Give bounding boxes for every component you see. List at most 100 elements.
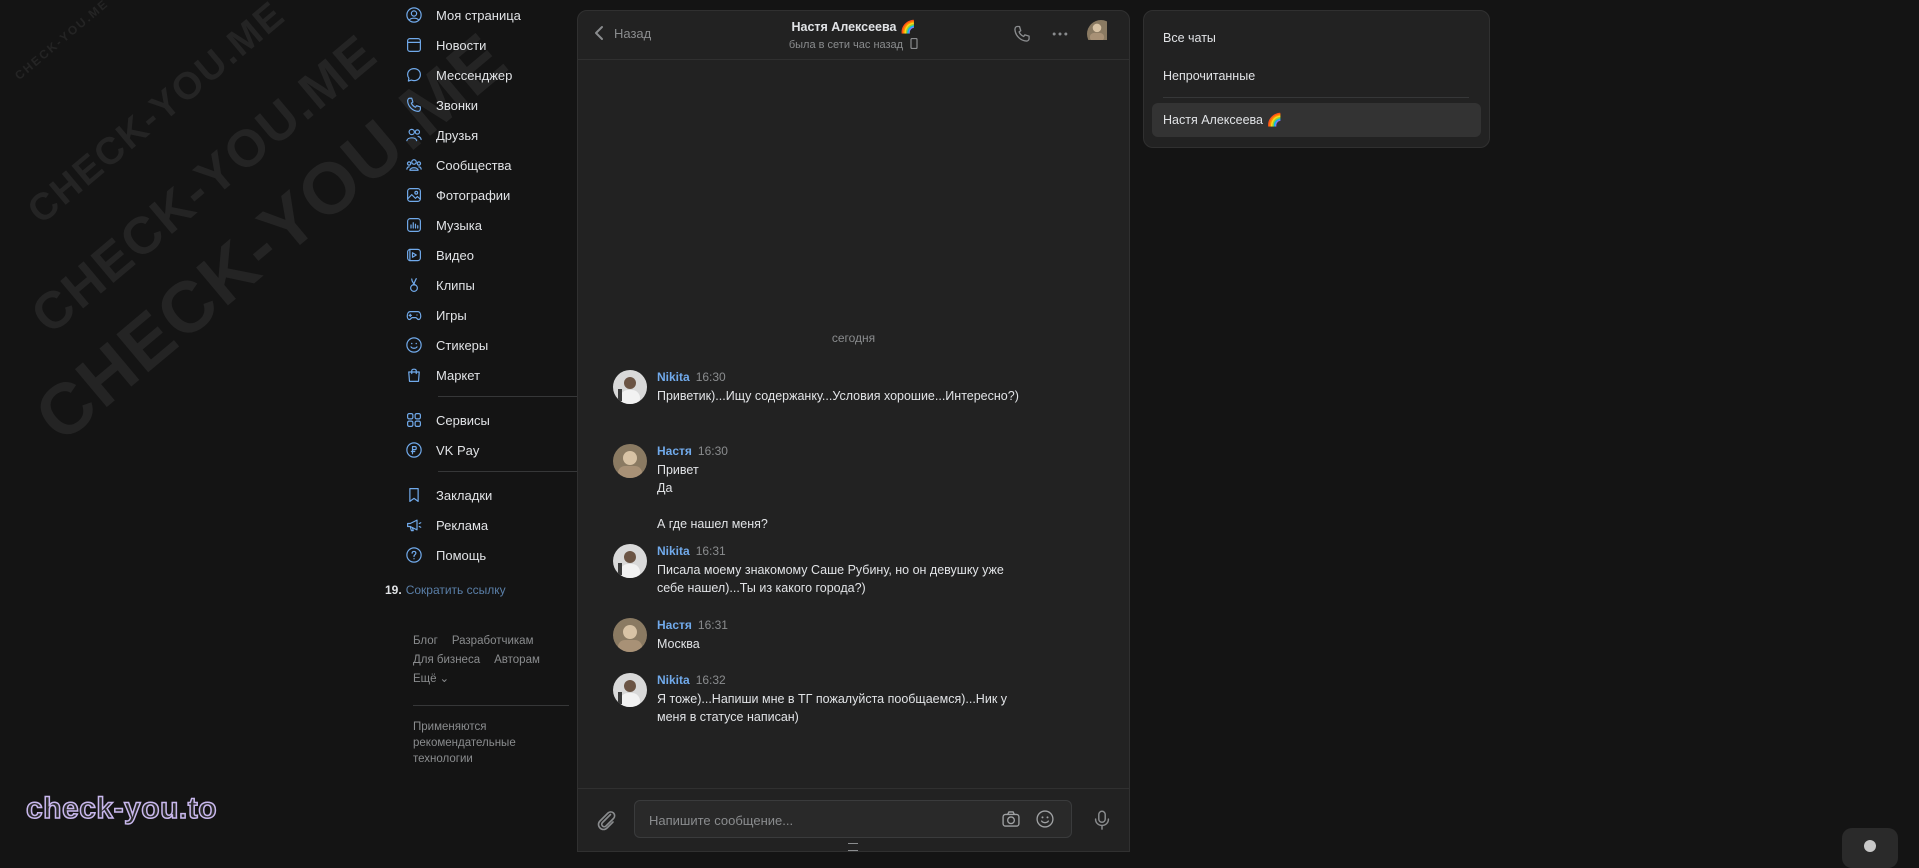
- filter-all-chats[interactable]: Все чаты: [1163, 31, 1216, 45]
- friends-icon: [404, 125, 424, 145]
- message-time: 16:31: [697, 618, 728, 632]
- nav-item-newspaper[interactable]: Новости: [404, 30, 564, 60]
- nav-item-label: Мессенджер: [436, 67, 513, 83]
- footer-link-blog[interactable]: Блог: [413, 635, 438, 647]
- footer-more-label: Ещё: [413, 673, 437, 685]
- message-time: 16:32: [695, 673, 726, 687]
- nav-item-photo[interactable]: Фотографии: [404, 180, 564, 210]
- message-text: Москва: [657, 637, 700, 651]
- nav-item-label: Фотографии: [436, 187, 511, 203]
- nav-item-bookmark[interactable]: Закладки: [404, 480, 564, 510]
- microphone-icon[interactable]: [1091, 808, 1113, 832]
- nav-item-user-circle[interactable]: Моя страница: [404, 0, 564, 30]
- shorten-number: 19.: [385, 583, 402, 597]
- shorten-link[interactable]: Сократить ссылку: [406, 583, 506, 597]
- nav-item-communities[interactable]: Сообщества: [404, 150, 564, 180]
- filter-unread[interactable]: Непрочитанные: [1163, 69, 1255, 83]
- nav-item-label: VK Pay: [436, 442, 480, 458]
- shopping-bag-icon: [404, 365, 424, 385]
- message-header: Nikita 16:31: [657, 544, 1027, 558]
- help-icon: [404, 545, 424, 565]
- apps-grid-icon: [404, 410, 424, 430]
- nav-item-label: Друзья: [436, 127, 479, 143]
- music-icon: [404, 215, 424, 235]
- nav-item-message-bubble[interactable]: Мессенджер: [404, 60, 564, 90]
- nav-divider: [438, 396, 588, 397]
- footer-link-business[interactable]: Для бизнеса: [413, 654, 480, 666]
- nav-item-smile[interactable]: Стикеры: [404, 330, 564, 360]
- message-input[interactable]: [647, 801, 991, 839]
- shorten-link-row: 19. Сократить ссылку: [385, 583, 506, 597]
- message-bubble-icon: [404, 65, 424, 85]
- nav-item-label: Маркет: [436, 367, 481, 383]
- nav-item-apps-grid[interactable]: Сервисы: [404, 405, 564, 435]
- nav-item-phone[interactable]: Звонки: [404, 90, 564, 120]
- nav-item-music[interactable]: Музыка: [404, 210, 564, 240]
- footer-links: Блог Разработчикам Для бизнеса Авторам Ещё…: [413, 632, 563, 689]
- message-time: 16:30: [697, 444, 728, 458]
- nav-item-shopping-bag[interactable]: Маркет: [404, 360, 564, 390]
- footer-divider: [413, 705, 569, 706]
- phone-icon: [404, 95, 424, 115]
- message-header: Nikita 16:30: [657, 370, 1019, 384]
- nav-item-label: Новости: [436, 37, 487, 53]
- message-author[interactable]: Настя: [657, 444, 692, 458]
- message-composer: [578, 788, 1129, 851]
- message-avatar[interactable]: [613, 370, 647, 404]
- message-avatar[interactable]: [613, 544, 647, 578]
- chat-filters-panel: Все чаты Непрочитанные Настя Алексеева 🌈: [1143, 10, 1490, 148]
- more-button[interactable]: [1049, 23, 1071, 45]
- bookmark-icon: [404, 485, 424, 505]
- video-icon: [404, 245, 424, 265]
- message-input-box: [634, 800, 1072, 839]
- nav-item-label: Звонки: [436, 97, 478, 113]
- nav-item-gamepad[interactable]: Игры: [404, 300, 564, 330]
- nav-item-label: Сообщества: [436, 157, 512, 173]
- active-chat-item[interactable]: Настя Алексеева 🌈: [1152, 103, 1481, 137]
- message-item: Nikita 16:31 Писала моему знакомому Саше Р…: [613, 544, 1027, 597]
- nav-item-vkpay[interactable]: VK Pay: [404, 435, 564, 465]
- message-time: 16:31: [695, 544, 726, 558]
- nav-item-friends[interactable]: Друзья: [404, 120, 564, 150]
- nav-item-video[interactable]: Видео: [404, 240, 564, 270]
- nav-item-megaphone[interactable]: Реклама: [404, 510, 564, 540]
- nav-item-label: Реклама: [436, 517, 489, 533]
- emoji-icon[interactable]: [1035, 809, 1055, 829]
- active-chat-name: Настя Алексеева 🌈: [1163, 113, 1283, 127]
- nav-item-help[interactable]: Помощь: [404, 540, 564, 570]
- message-item: Nikita 16:32 Я тоже)...Напиши мне в ТГ пож…: [613, 673, 1027, 726]
- message-author[interactable]: Nikita: [657, 544, 690, 558]
- peer-status-text: была в сети час назад: [788, 39, 904, 51]
- message-item: Nikita 16:30 Приветик)...Ищу содержанку...…: [613, 370, 1019, 405]
- nav-item-label: Игры: [436, 307, 467, 323]
- message-author[interactable]: Nikita: [657, 673, 690, 687]
- camera-icon[interactable]: [1001, 809, 1021, 829]
- message-avatar[interactable]: [613, 673, 647, 707]
- paperclip-icon[interactable]: [594, 808, 618, 832]
- message-avatar[interactable]: [613, 618, 647, 652]
- nav-primary-group: Моя страница Новости Мессенджер Звонки Друзь…: [404, 0, 564, 390]
- date-separator: сегодня: [831, 331, 876, 345]
- message-time: 16:30: [695, 370, 726, 384]
- filter-divider: [1163, 97, 1469, 98]
- nav-item-clips[interactable]: Клипы: [404, 270, 564, 300]
- brand-watermark: check-you.to: [25, 791, 218, 826]
- call-button[interactable]: [1011, 23, 1033, 45]
- chat-header: Назад Настя Алексеева 🌈 была в сети час …: [578, 11, 1129, 60]
- nav-item-label: Моя страница: [436, 7, 521, 23]
- message-avatar[interactable]: [613, 444, 647, 478]
- chevron-down-icon: ⌄: [439, 673, 450, 685]
- footer-more-button[interactable]: Ещё ⌄: [413, 673, 463, 685]
- message-header: Nikita 16:32: [657, 673, 1027, 687]
- footer-link-authors[interactable]: Авторам: [494, 654, 540, 666]
- message-author[interactable]: Nikita: [657, 370, 690, 384]
- peer-avatar[interactable]: [1087, 20, 1115, 48]
- footer-link-developers[interactable]: Разработчикам: [452, 635, 534, 647]
- message-text: Я тоже)...Напиши мне в ТГ пожалуйста поо…: [657, 692, 1008, 724]
- message-author[interactable]: Настя: [657, 618, 692, 632]
- message-text: Приветик)...Ищу содержанку...Условия хор…: [657, 389, 1019, 403]
- message-header: Настя 16:31: [657, 618, 728, 632]
- footer-note: Применяются рекомендательные технологии: [413, 721, 516, 765]
- floating-action-button[interactable]: [1842, 828, 1898, 868]
- gamepad-icon: [404, 305, 424, 325]
